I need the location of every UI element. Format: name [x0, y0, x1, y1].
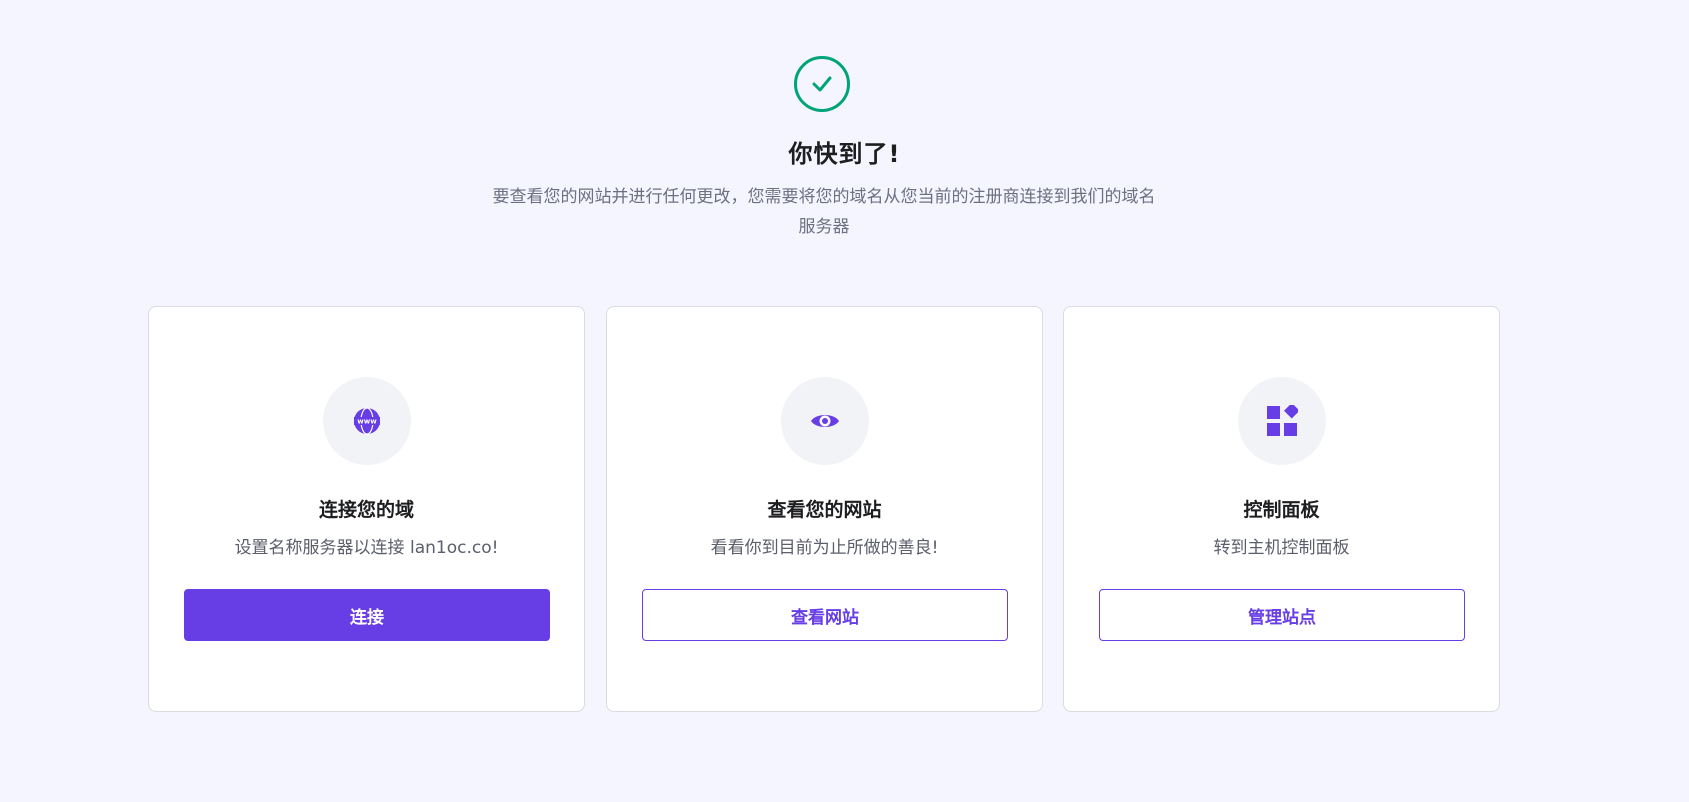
view-website-card: 查看您的网站 看看你到目前为止所做的善良! 查看网站	[606, 306, 1043, 712]
check-circle-icon	[794, 56, 850, 112]
connect-button[interactable]: 连接	[184, 589, 550, 641]
connect-domain-description: 设置名称服务器以连接 lan1oc.co!	[234, 538, 499, 558]
eye-icon	[781, 377, 869, 465]
view-website-description: 看看你到目前为止所做的善良!	[710, 538, 939, 558]
svg-text:www: www	[357, 418, 377, 426]
page-title: 你快到了!	[788, 140, 901, 168]
view-website-button[interactable]: 查看网站	[642, 589, 1008, 641]
connect-domain-title: 连接您的域	[318, 499, 414, 521]
page-subtitle: 要查看您的网站并进行任何更改，您需要将您的域名从您当前的注册商连接到我们的域名服…	[492, 187, 1156, 237]
manage-site-button[interactable]: 管理站点	[1099, 589, 1465, 641]
widgets-icon	[1238, 377, 1326, 465]
control-panel-card: 控制面板 转到主机控制面板 管理站点	[1063, 306, 1500, 712]
control-panel-title: 控制面板	[1243, 499, 1320, 521]
action-cards: www 连接您的域 设置名称服务器以连接 lan1oc.co! 连接 查看您的网…	[148, 306, 1501, 712]
www-globe-icon: www	[323, 377, 411, 465]
view-website-title: 查看您的网站	[767, 499, 882, 521]
control-panel-description: 转到主机控制面板	[1213, 538, 1350, 558]
connect-domain-card: www 连接您的域 设置名称服务器以连接 lan1oc.co! 连接	[148, 306, 585, 712]
page: 你快到了! 要查看您的网站并进行任何更改，您需要将您的域名从您当前的注册商连接到…	[0, 0, 1689, 802]
